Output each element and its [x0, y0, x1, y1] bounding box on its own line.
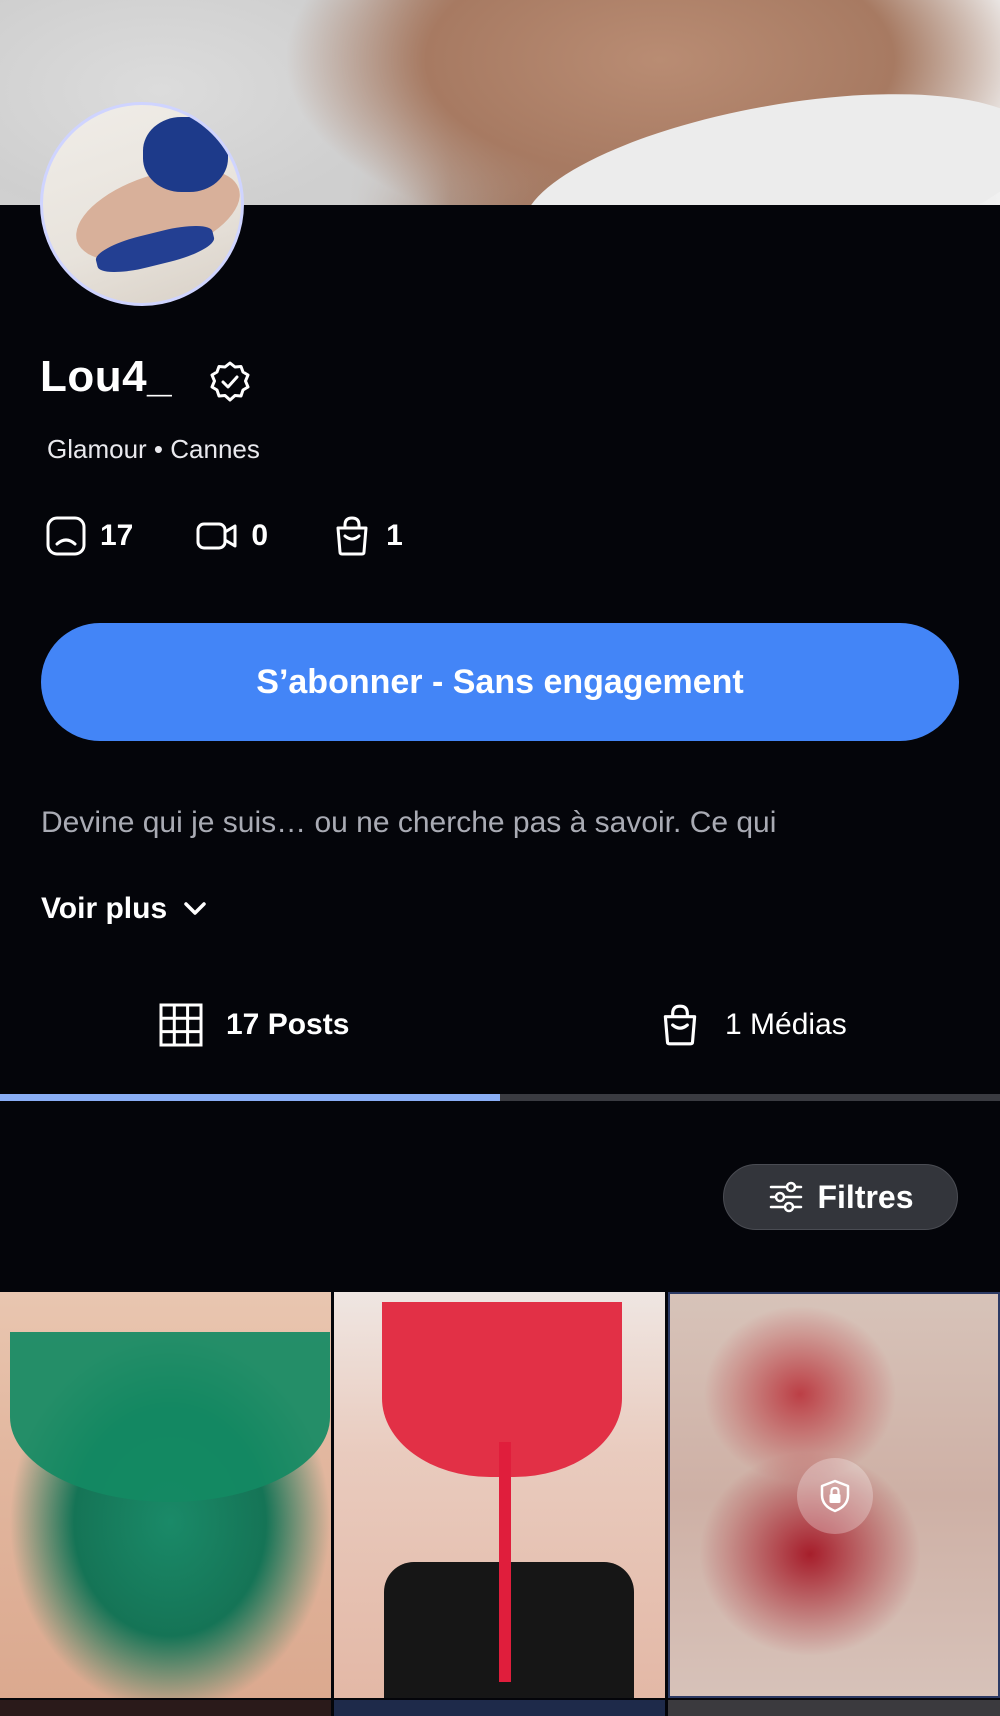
media-tile-locked[interactable]	[668, 1292, 1000, 1698]
media-tile[interactable]	[0, 1292, 331, 1698]
stat-media: 1	[330, 514, 403, 558]
tab-posts[interactable]: 17 Posts	[158, 980, 349, 1070]
verified-badge-icon	[210, 361, 250, 402]
grid-icon	[159, 1003, 203, 1047]
see-more-label: Voir plus	[41, 892, 168, 925]
profile-name: Lou4_	[40, 352, 173, 401]
tab-media[interactable]: 1 Médias	[657, 980, 847, 1070]
stat-videos-count: 0	[251, 519, 269, 552]
sliders-icon	[770, 1181, 803, 1213]
video-icon	[196, 522, 237, 550]
media-tile[interactable]	[334, 1292, 665, 1698]
tab-media-label: 1 Médias	[725, 1008, 847, 1041]
subscribe-button[interactable]: S’abonner - Sans engagement	[41, 623, 959, 741]
stat-videos: 0	[195, 514, 268, 558]
tab-posts-label: 17 Posts	[226, 1008, 350, 1041]
profile-meta: Glamour • Cannes	[47, 434, 260, 464]
tab-active-indicator	[0, 1094, 500, 1101]
profile-stats: 17 0 1	[44, 512, 465, 560]
lock-icon	[820, 1479, 850, 1513]
avatar[interactable]	[40, 102, 244, 306]
lock-badge	[797, 1458, 873, 1534]
stat-posts: 17	[44, 514, 133, 558]
shopping-bag-icon	[336, 516, 368, 556]
profile-bio: Devine qui je suis… ou ne cherche pas à …	[41, 806, 777, 839]
media-grid-next-row	[0, 1700, 1000, 1716]
shopping-bag-icon	[663, 1004, 697, 1046]
stat-posts-count: 17	[100, 519, 134, 552]
filters-label: Filtres	[817, 1178, 914, 1215]
chevron-down-icon	[184, 902, 206, 915]
see-more-link[interactable]: Voir plus	[41, 892, 209, 926]
profile-tabs: 17 Posts 1 Médias	[0, 980, 1000, 1100]
media-grid	[0, 1292, 1000, 1716]
stat-media-count: 1	[386, 519, 403, 552]
image-icon	[46, 516, 86, 556]
filters-button[interactable]: Filtres	[723, 1164, 958, 1230]
